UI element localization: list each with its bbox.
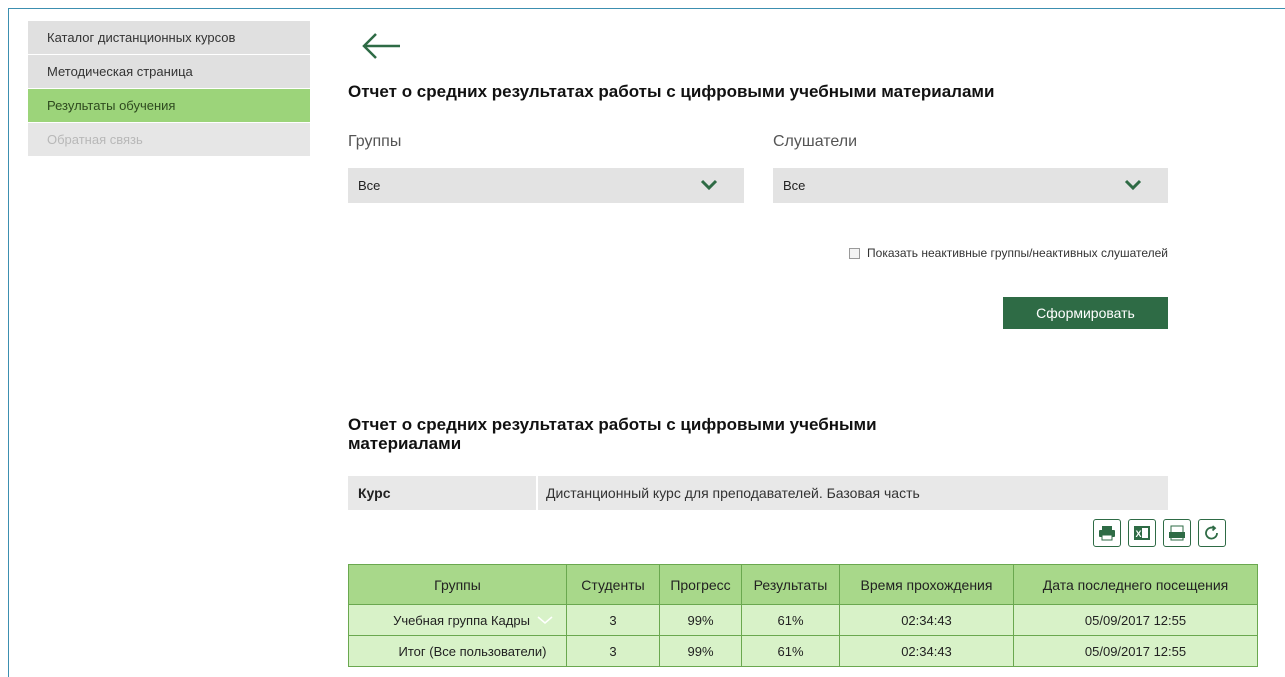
progress-cell: 99% [659, 635, 742, 667]
back-arrow-icon[interactable] [362, 32, 402, 60]
sidebar-item-methodical[interactable]: Методическая страница [28, 55, 310, 89]
results-cell: 61% [741, 635, 840, 667]
time-cell: 02:34:43 [839, 635, 1014, 667]
report-table: Группы Студенты Прогресс Результаты Врем… [348, 564, 1258, 667]
col-header-groups: Группы [348, 564, 567, 605]
time-cell: 02:34:43 [839, 604, 1014, 636]
sidebar-item-results[interactable]: Результаты обучения [28, 89, 310, 123]
sidebar-item-catalog[interactable]: Каталог дистанционных курсов [28, 21, 310, 55]
students-cell: 3 [566, 604, 660, 636]
groups-label: Группы [348, 133, 402, 150]
col-header-results: Результаты [741, 564, 840, 605]
frame-border-left [8, 8, 9, 677]
excel-icon[interactable]: X [1128, 519, 1156, 547]
table-row[interactable]: Учебная группа Кадры 3 99% 61% 02:34:43 … [348, 604, 1258, 636]
groups-select[interactable]: Все [348, 168, 744, 203]
print-icon[interactable] [1093, 519, 1121, 547]
sidebar: Каталог дистанционных курсов Методическа… [28, 21, 310, 157]
total-label-cell: Итог (Все пользователи) [348, 635, 567, 667]
svg-text:X: X [1136, 529, 1142, 539]
chevron-down-icon[interactable] [536, 614, 554, 626]
page-title: Отчет о средних результатах работы с циф… [348, 82, 995, 101]
listeners-select-value: Все [783, 178, 806, 193]
report-toolbar: X [1093, 519, 1226, 547]
frame-border-top [8, 8, 1285, 9]
inactive-checkbox-row[interactable]: Показать неактивные группы/неактивных сл… [849, 246, 1168, 260]
table-row: Итог (Все пользователи) 3 99% 61% 02:34:… [348, 635, 1258, 667]
groups-select-value: Все [358, 178, 381, 193]
inactive-checkbox[interactable] [849, 247, 861, 259]
report-title: Отчет о средних результатах работы с циф… [348, 415, 877, 453]
chevron-down-icon [700, 179, 718, 191]
results-cell: 61% [741, 604, 840, 636]
listeners-label: Слушатели [773, 133, 858, 150]
col-header-last-visit: Дата последнего посещения [1013, 564, 1258, 605]
students-cell: 3 [566, 635, 660, 667]
table-header-row: Группы Студенты Прогресс Результаты Врем… [348, 564, 1258, 605]
col-header-students: Студенты [566, 564, 660, 605]
pdf-icon[interactable] [1163, 519, 1191, 547]
generate-report-button[interactable]: Сформировать [1003, 297, 1168, 329]
course-info-row: Курс Дистанционный курс для преподавател… [348, 476, 1168, 510]
progress-cell: 99% [659, 604, 742, 636]
inactive-checkbox-label: Показать неактивные группы/неактивных сл… [867, 246, 1168, 260]
col-header-progress: Прогресс [659, 564, 742, 605]
course-key: Курс [348, 476, 538, 510]
last-visit-cell: 05/09/2017 12:55 [1013, 604, 1258, 636]
group-cell[interactable]: Учебная группа Кадры [348, 604, 567, 636]
sidebar-item-feedback: Обратная связь [28, 123, 310, 157]
last-visit-cell: 05/09/2017 12:55 [1013, 635, 1258, 667]
refresh-icon[interactable] [1198, 519, 1226, 547]
group-name: Учебная группа Кадры [393, 612, 530, 628]
course-value: Дистанционный курс для преподавателей. Б… [546, 485, 920, 501]
chevron-down-icon [1124, 179, 1142, 191]
listeners-select[interactable]: Все [773, 168, 1168, 203]
col-header-time: Время прохождения [839, 564, 1014, 605]
